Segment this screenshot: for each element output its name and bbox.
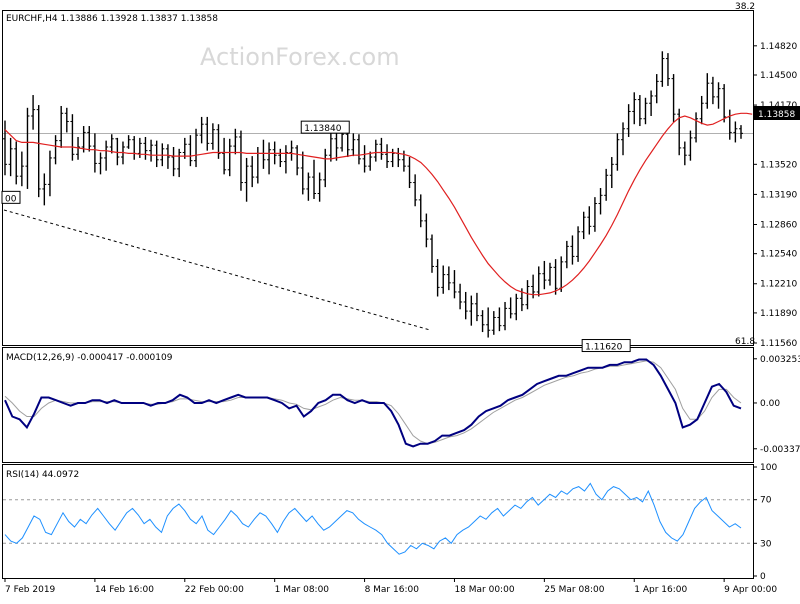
- x-tick-label: 1 Mar 08:00: [275, 585, 330, 595]
- main-y-tick-label: 1.13520: [760, 160, 797, 170]
- main-y-tick-label: 1.11890: [760, 309, 797, 319]
- fib-bottom-label: 61.8: [735, 337, 755, 347]
- macd-main-line: [4, 358, 742, 448]
- current-price-label: 1.13858: [758, 110, 795, 120]
- macd-header-text: MACD(12,26,9) -0.000417 -0.000109: [6, 353, 173, 363]
- macd-y-tick-label: -0.003373: [760, 445, 800, 455]
- price-annotation-label: 00: [5, 194, 17, 204]
- macd-line-group: [4, 358, 742, 448]
- chart-root: ActionForex.com EURCHF,H4 1.13886 1.1392…: [0, 0, 800, 600]
- macd-panel-frame: [2, 347, 754, 463]
- main-y-tick-label: 1.14500: [760, 71, 797, 81]
- main-bar-group: [3, 51, 743, 338]
- watermark-text: ActionForex.com: [200, 43, 400, 71]
- rsi-y-tick-label: 100: [760, 463, 777, 473]
- rsi-y-tick-label: 0: [760, 572, 766, 582]
- rsi-panel-frame: [2, 464, 754, 579]
- x-tick-label: 22 Feb 00:00: [185, 585, 244, 595]
- main-header-text: EURCHF,H4 1.13886 1.13928 1.13837 1.1385…: [6, 14, 218, 24]
- main-y-tick-label: 1.14820: [760, 42, 797, 52]
- main-y-tick-label: 1.12210: [760, 280, 797, 290]
- main-y-tick-label: 1.12540: [760, 250, 797, 260]
- x-axis-group: 7 Feb 2019 14 Feb 16:00 22 Feb 00:00 1 Mar …: [4, 578, 777, 595]
- price-annotation-group: 1.138401.147601.1162000: [1, 120, 631, 353]
- rsi-y-axis-group: 100 70 30 0: [753, 463, 777, 582]
- x-tick-label: 25 Mar 08:00: [544, 585, 604, 595]
- rsi-y-tick-label: 70: [760, 496, 772, 506]
- main-y-tick-label: 1.11560: [760, 339, 797, 349]
- x-tick-label: 1 Apr 16:00: [634, 585, 687, 595]
- x-tick-label: 18 Mar 00:00: [454, 585, 514, 595]
- x-tick-label: 9 Apr 00:00: [724, 585, 777, 595]
- macd-y-tick-label: 0.003253: [760, 355, 800, 365]
- rsi-header-text: RSI(14) 44.0972: [6, 470, 79, 480]
- rsi-line: [4, 482, 742, 555]
- chart-canvas: ActionForex.com EURCHF,H4 1.13886 1.1392…: [1, 2, 800, 595]
- macd-y-tick-label: 0.00: [760, 399, 780, 409]
- main-y-tick-label: 1.13190: [760, 190, 797, 200]
- rsi-y-tick-label: 30: [760, 539, 772, 549]
- fib-top-label: 38.2: [735, 2, 755, 12]
- macd-y-axis-group: 0.003253 0.00 -0.003373: [753, 355, 800, 455]
- x-tick-label: 8 Mar 16:00: [365, 585, 420, 595]
- main-y-axis-group: 1.148201.145001.141701.135201.131901.128…: [753, 42, 797, 349]
- trendline: [3, 209, 431, 331]
- x-tick-label: 7 Feb 2019: [5, 585, 56, 595]
- x-tick-label: 14 Feb 16:00: [95, 585, 154, 595]
- rsi-line-group: [3, 482, 753, 555]
- price-annotation-label: 1.13840: [304, 124, 341, 134]
- main-y-tick-label: 1.12860: [760, 220, 797, 230]
- price-annotation-label: 1.11620: [585, 343, 622, 353]
